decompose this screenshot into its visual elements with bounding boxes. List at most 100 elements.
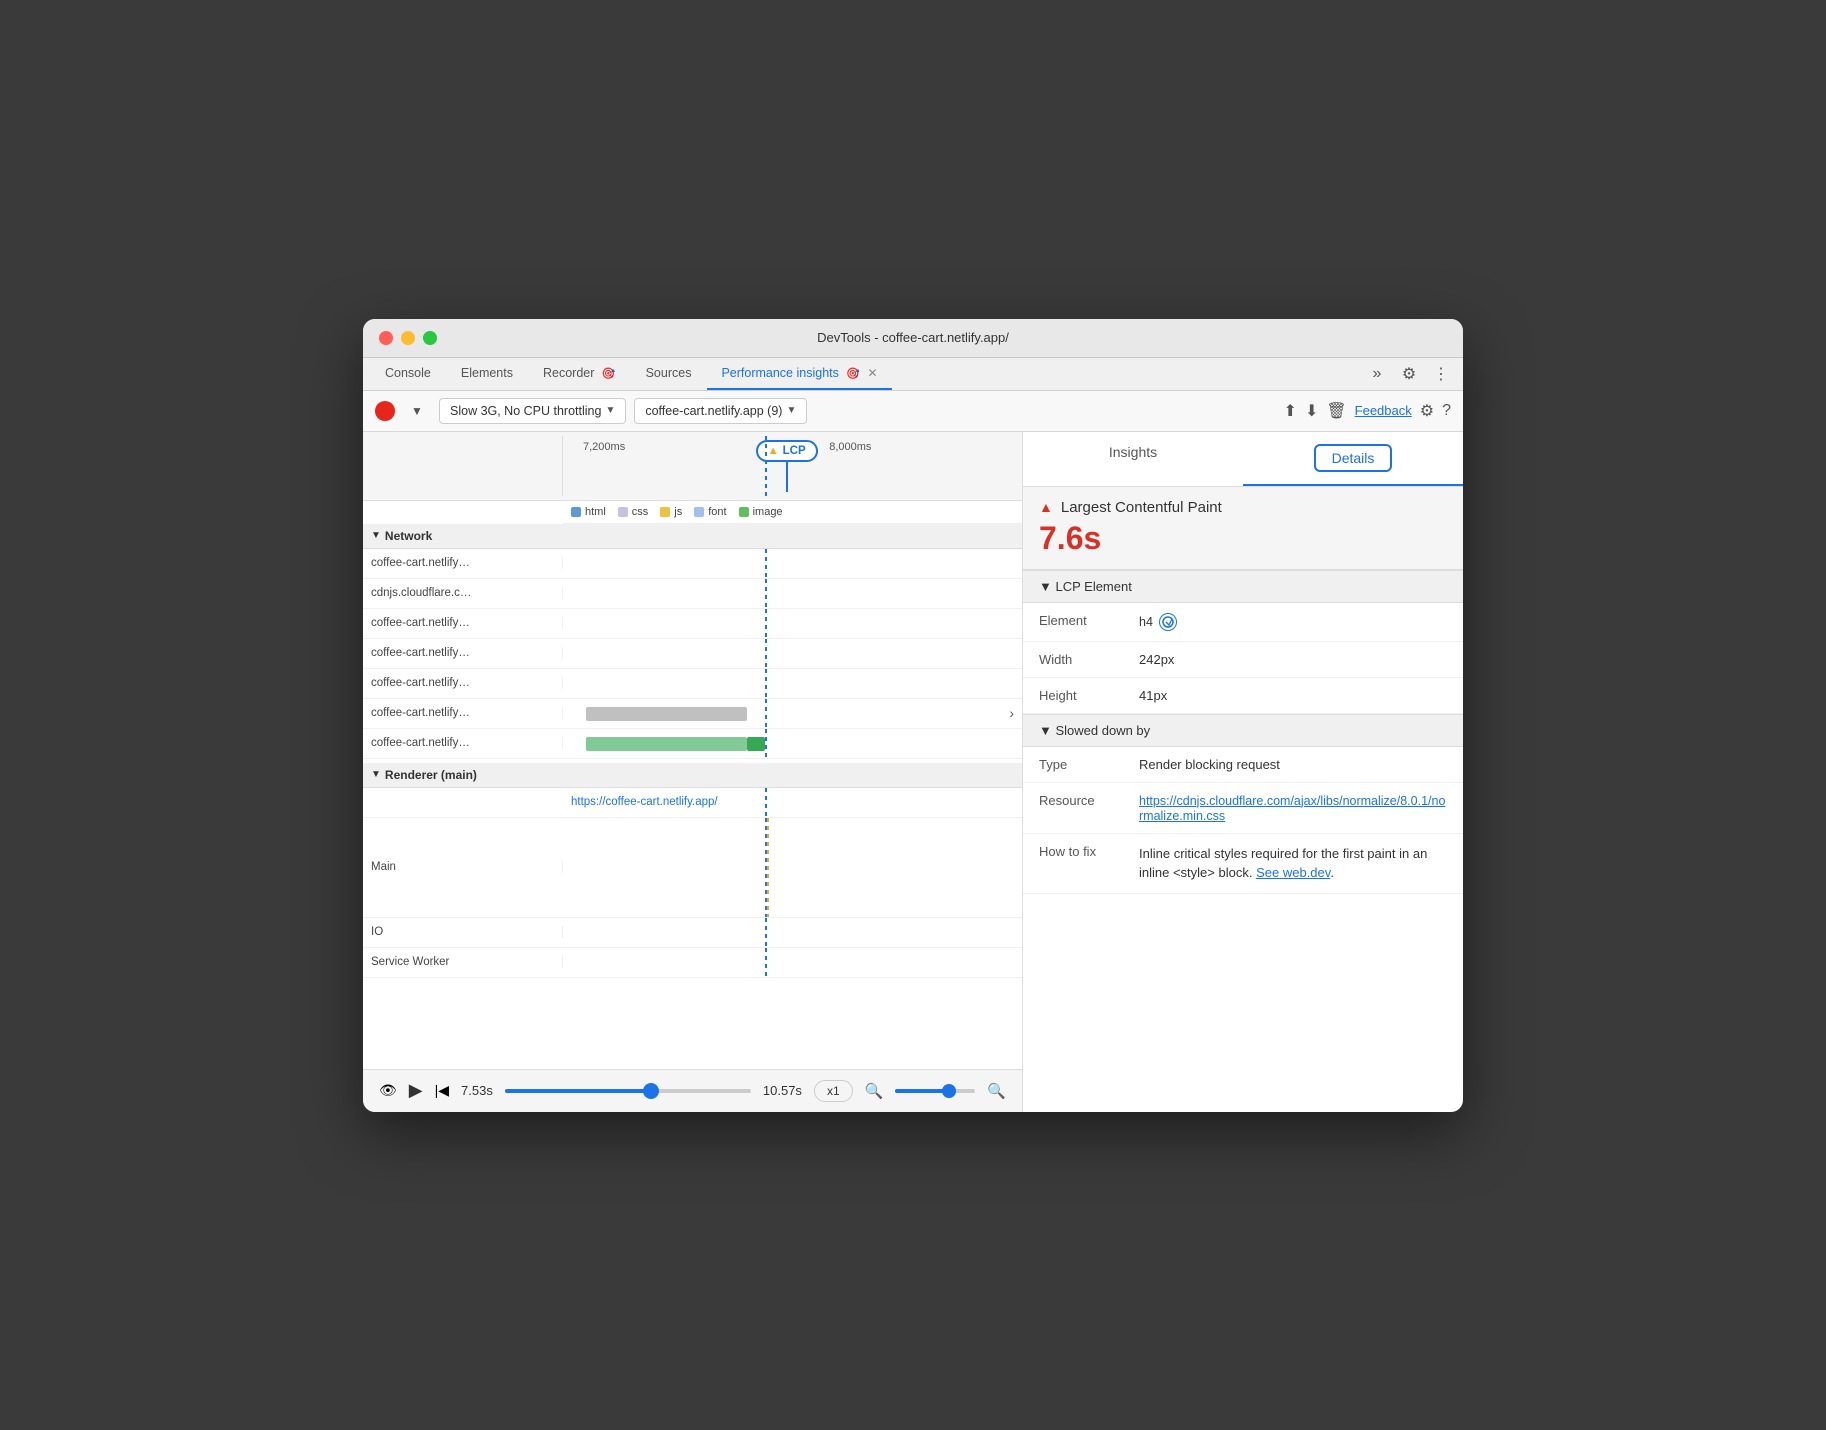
help-icon[interactable]: ?: [1442, 402, 1451, 420]
network-row-label-5: coffee-cart.netlify…: [363, 707, 563, 719]
height-row: Height 41px: [1023, 678, 1463, 714]
right-panel: Insights Details ▲ Largest Contentful Pa…: [1023, 432, 1463, 1112]
table-row: coffee-cart.netlify…: [363, 549, 1022, 579]
more-menu-button[interactable]: ⋮: [1427, 360, 1455, 388]
network-bar-area-3: [563, 639, 1022, 668]
skip-start-icon[interactable]: |◀: [435, 1082, 449, 1099]
renderer-main-row: Main: [363, 818, 1022, 918]
collapse-renderer-icon[interactable]: ▼: [371, 769, 381, 780]
tab-details[interactable]: Details: [1243, 432, 1463, 486]
window-title: DevTools - coffee-cart.netlify.app/: [817, 330, 1009, 345]
tab-elements[interactable]: Elements: [447, 358, 527, 390]
tab-insights[interactable]: Insights: [1023, 432, 1243, 486]
network-section: ▼ Network coffee-cart.netlify… cdnjs.clo…: [363, 524, 1022, 1069]
type-label: Type: [1039, 757, 1139, 772]
font-dot: [694, 507, 704, 517]
collapse-network-icon[interactable]: ▼: [371, 530, 381, 541]
lcp-error-icon: ▲: [1039, 499, 1053, 515]
tab-performance[interactable]: Performance insights 🎯 ✕: [707, 358, 891, 390]
image-label: image: [753, 506, 783, 518]
slowed-by-divider: ▼ Slowed down by: [1023, 714, 1463, 747]
table-row: coffee-cart.netlify… ›: [363, 699, 1022, 729]
table-row: cdnjs.cloudflare.c…: [363, 579, 1022, 609]
right-content: ▲ Largest Contentful Paint 7.6s ▼ LCP El…: [1023, 487, 1463, 1112]
speed-badge[interactable]: x1: [814, 1080, 853, 1102]
see-link[interactable]: See web.dev: [1256, 865, 1330, 880]
slowed-by-title: ▼ Slowed down by: [1039, 723, 1150, 738]
renderer-section-header: ▼ Renderer (main): [363, 763, 1022, 788]
dashed-line-row: [765, 549, 767, 578]
record-button[interactable]: [375, 401, 395, 421]
network-row-label-6: coffee-cart.netlify…: [363, 737, 563, 749]
export-button[interactable]: ⬆: [1284, 401, 1297, 421]
devtools-inspect-icon[interactable]: [1159, 613, 1177, 631]
time-marker-7200: 7,200ms: [583, 441, 625, 453]
resource-row: Resource https://cdnjs.cloudflare.com/aj…: [1023, 783, 1463, 834]
renderer-url-link[interactable]: https://coffee-cart.netlify.app/: [563, 796, 718, 808]
settings-button[interactable]: ⚙: [1395, 360, 1423, 388]
time-start: 7.53s: [461, 1083, 493, 1098]
network-throttle-dropdown[interactable]: Slow 3G, No CPU throttling ▼: [439, 398, 626, 424]
title-bar: DevTools - coffee-cart.netlify.app/: [363, 319, 1463, 358]
lcp-element-title: ▼ LCP Element: [1039, 579, 1132, 594]
eye-icon[interactable]: 👁: [379, 1082, 397, 1099]
network-bar-area-6: [563, 729, 1022, 758]
zoom-slider[interactable]: [895, 1089, 975, 1093]
dashed-line-yellow: [767, 818, 769, 917]
table-row: coffee-cart.netlify…: [363, 729, 1022, 759]
feedback-link[interactable]: Feedback: [1355, 403, 1412, 418]
renderer-sw-row: Service Worker: [363, 948, 1022, 978]
record-dropdown-button[interactable]: ▼: [403, 397, 431, 425]
gear-icon[interactable]: ⚙: [1420, 401, 1434, 421]
element-row: Element h4: [1023, 603, 1463, 642]
zoom-out-icon[interactable]: 🔍: [865, 1082, 884, 1100]
network-bar-area-4: [563, 669, 1022, 698]
minimize-button[interactable]: [401, 331, 415, 345]
details-label: Details: [1314, 444, 1393, 472]
timeline-header: 7,200ms 8,000ms ▲ LCP: [363, 432, 1022, 501]
play-button[interactable]: ▶: [409, 1080, 423, 1101]
network-bar-area-0: [563, 549, 1022, 578]
close-button[interactable]: [379, 331, 393, 345]
table-row: coffee-cart.netlify…: [363, 609, 1022, 639]
recorder-icon: 🎯: [602, 368, 616, 380]
width-value: 242px: [1139, 652, 1174, 667]
maximize-button[interactable]: [423, 331, 437, 345]
dashed-line-io: [765, 918, 767, 947]
right-tabs: Insights Details: [1023, 432, 1463, 487]
lcp-warning-icon: ▲: [768, 445, 779, 457]
height-value: 41px: [1139, 688, 1167, 703]
left-panel: 7,200ms 8,000ms ▲ LCP: [363, 432, 1023, 1112]
zoom-in-icon[interactable]: 🔍: [987, 1082, 1006, 1100]
height-label: Height: [1039, 688, 1139, 703]
tabs-bar: Console Elements Recorder 🎯 Sources Perf…: [363, 358, 1463, 391]
dashed-line-row: [765, 699, 767, 728]
renderer-io-bar: [563, 918, 1022, 947]
table-row: coffee-cart.netlify…: [363, 639, 1022, 669]
tab-console[interactable]: Console: [371, 358, 445, 390]
dashed-line-row: [765, 639, 767, 668]
tab-recorder[interactable]: Recorder 🎯: [529, 358, 630, 390]
renderer-bar-area-link: https://coffee-cart.netlify.app/: [563, 788, 1022, 817]
delete-button[interactable]: 🗑: [1326, 401, 1346, 421]
import-button[interactable]: ⬇: [1305, 401, 1318, 421]
renderer-sw-label: Service Worker: [363, 956, 563, 968]
instance-dropdown[interactable]: coffee-cart.netlify.app (9) ▼: [634, 398, 807, 424]
lcp-title-row: ▲ Largest Contentful Paint: [1039, 499, 1447, 516]
legend-css: css: [618, 506, 649, 518]
dashed-line-row: [765, 579, 767, 608]
dashed-line-row: [765, 609, 767, 638]
more-tabs-button[interactable]: »: [1363, 360, 1391, 388]
renderer-sw-bar: [563, 948, 1022, 977]
playback-slider[interactable]: [505, 1089, 751, 1093]
dashed-line-row: [765, 669, 767, 698]
element-label: Element: [1039, 613, 1139, 631]
performance-close-icon[interactable]: ✕: [868, 366, 878, 380]
css-dot: [618, 507, 628, 517]
tab-sources[interactable]: Sources: [632, 358, 706, 390]
lcp-line: [786, 462, 788, 492]
lcp-element-divider: ▼ LCP Element: [1023, 570, 1463, 603]
expand-row-icon[interactable]: ›: [1009, 705, 1014, 721]
tabs-actions: » ⚙ ⋮: [1363, 360, 1455, 388]
resource-link[interactable]: https://cdnjs.cloudflare.com/ajax/libs/n…: [1139, 794, 1445, 823]
